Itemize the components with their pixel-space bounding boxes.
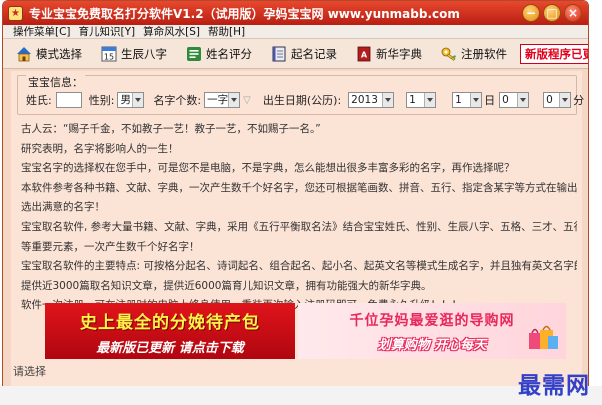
day-value: 1: [455, 94, 462, 106]
intro-line: 宝宝取名软件的主要特点: 可按格分起名、诗词起名、组合起名、起小名、起英文名等模…: [21, 260, 577, 273]
intro-line: 等重要元素，一次产生数千个好名字！: [21, 240, 200, 253]
name-score-label: 姓名评分: [206, 46, 252, 61]
chevron-down-icon: [470, 93, 482, 107]
intro-line: 提供近3000篇取名知识文章，提供近6000篇育儿知识文章，拥有功能强大的新华字…: [21, 279, 432, 292]
svg-text:A: A: [361, 50, 368, 59]
mode-select-button[interactable]: 模式选择: [11, 42, 86, 66]
intro-line: 宝宝名字的选择权在您手中，可是您不是电脑，不是字典，怎么能想出很多丰富多彩的名字…: [21, 162, 515, 175]
name-chars-label: 名字个数:: [153, 94, 202, 107]
intro-line: 宝宝取名软件, 参考大量书籍、文献、字典，采用《五行平衡取名法》结合宝宝姓氏、性…: [21, 220, 577, 233]
minute-select[interactable]: 0: [543, 92, 572, 108]
home-icon: [15, 45, 33, 63]
update-download-button[interactable]: 新版程序已更新 点击下载: [520, 43, 588, 64]
maximize-button[interactable]: □: [543, 4, 561, 22]
year-value: 2013: [351, 94, 378, 106]
chevron-down-icon: [228, 93, 240, 107]
minute-value: 0: [546, 94, 553, 106]
partial-text-line: 请选择: [13, 365, 46, 378]
intro-line: 古人云：“赐子千金，不如教子一艺！教子一艺，不如赐子一名。”: [21, 123, 321, 135]
menu-parenting[interactable]: 育儿知识[Y]: [79, 24, 136, 39]
window-controls: − □ ×: [522, 4, 582, 22]
toolbar: 模式选择 15 生辰八字 姓名评分 起名记录 A 新华字典 注册软件 新版程序已: [3, 39, 588, 69]
minimize-icon: −: [525, 6, 537, 20]
name-chars-select[interactable]: 一字: [204, 92, 241, 108]
gender-value: 男: [120, 94, 131, 106]
day-select[interactable]: 1: [452, 92, 483, 108]
birth-date-label: 出生日期(公历):: [262, 94, 342, 107]
chevron-down-icon: [382, 93, 394, 107]
gender-label: 性别:: [88, 94, 115, 107]
minute-label: 分: [573, 94, 585, 107]
register-label: 注册软件: [461, 46, 507, 61]
notebook-icon: [270, 45, 288, 63]
shopping-bag-icon: [529, 325, 558, 349]
ad-subtitle: 最新版已更新 请点击下载: [96, 341, 244, 356]
intro-line: 选出满意的名字！: [21, 201, 105, 214]
name-chars-value: 一字: [207, 94, 229, 106]
dictionary-icon: A: [355, 45, 373, 63]
day-label: 日: [484, 94, 496, 107]
surname-input[interactable]: [55, 92, 82, 108]
chevron-down-icon: [517, 93, 529, 107]
gender-select[interactable]: 男: [117, 92, 145, 108]
month-select[interactable]: 1: [406, 92, 437, 108]
key-icon: [440, 45, 458, 63]
shopping-guide-ad-banner[interactable]: 千位孕妈最爱逛的导购网 划算购物 开心每天: [298, 303, 566, 359]
window-title: 专业宝宝免费取名打分软件V1.2（试用版）孕妈宝宝网 www.yunmabb.c…: [29, 6, 460, 21]
birth-chars-button[interactable]: 15 生辰八字: [96, 42, 171, 66]
intro-text: 古人云：“赐子千金，不如教子一艺！教子一艺，不如赐子一名。” 研究表明，名字将影…: [21, 120, 577, 316]
xinhua-dict-label: 新华字典: [376, 46, 422, 61]
score-icon: [185, 45, 203, 63]
main-content: 宝宝信息： 姓氏: 性别: 男 名字个数: 一字 ▽ 出生日期(公历): 201…: [11, 71, 584, 404]
baby-info-legend: 宝宝信息：: [26, 74, 85, 90]
mode-select-label: 模式选择: [36, 46, 82, 61]
ad-title: 史上最全的分娩待产包: [80, 313, 260, 333]
site-watermark: 最需网: [518, 372, 590, 399]
birth-chars-label: 生辰八字: [121, 46, 167, 61]
star-app-icon: ★: [8, 5, 23, 21]
surname-label: 姓氏:: [26, 94, 52, 107]
svg-text:15: 15: [104, 52, 114, 61]
maternity-bag-ad-banner[interactable]: 史上最全的分娩待产包 最新版已更新 请点击下载: [45, 303, 295, 359]
menu-operation[interactable]: 操作菜单[C]: [13, 24, 71, 39]
chevron-down-icon: [132, 93, 144, 107]
menu-fortune[interactable]: 算命风水[S]: [143, 24, 200, 39]
name-score-button[interactable]: 姓名评分: [181, 42, 256, 66]
name-record-label: 起名记录: [291, 46, 337, 61]
name-record-button[interactable]: 起名记录: [266, 42, 341, 66]
chevron-down-icon: [559, 93, 571, 107]
register-button[interactable]: 注册软件: [436, 42, 511, 66]
menu-bar: 操作菜单[C] 育儿知识[Y] 算命风水[S] 帮助[H]: [3, 25, 588, 39]
baby-info-group: 宝宝信息： 姓氏: 性别: 男 名字个数: 一字 ▽ 出生日期(公历): 201…: [17, 74, 584, 115]
minimize-button[interactable]: −: [522, 4, 540, 22]
year-select[interactable]: 2013: [348, 92, 395, 108]
intro-line: 本软件参考各种书籍、文献、字典，一次产生数千个好名字，您还可根据笔画数、拼音、五…: [21, 181, 577, 194]
xinhua-dict-button[interactable]: A 新华字典: [351, 42, 426, 66]
page-footer-strip: [0, 386, 602, 405]
close-icon: ×: [567, 6, 579, 20]
close-button[interactable]: ×: [564, 4, 582, 22]
maximize-icon: □: [546, 6, 558, 20]
triangle-down-icon: ▽: [243, 94, 251, 106]
menu-help[interactable]: 帮助[H]: [208, 24, 245, 39]
hour-select[interactable]: 0: [499, 92, 530, 108]
intro-line: 研究表明，名字将影响人的一生！: [21, 142, 179, 155]
app-window: ★ 专业宝宝免费取名打分软件V1.2（试用版）孕妈宝宝网 www.yunmabb…: [2, 0, 589, 405]
hour-value: 0: [502, 94, 509, 106]
chevron-down-icon: [424, 93, 436, 107]
calendar-icon: 15: [100, 45, 118, 63]
baby-info-form: 姓氏: 性别: 男 名字个数: 一字 ▽ 出生日期(公历): 2013 1 1 …: [26, 92, 584, 108]
month-value: 1: [409, 94, 416, 106]
title-bar[interactable]: ★ 专业宝宝免费取名打分软件V1.2（试用版）孕妈宝宝网 www.yunmabb…: [3, 1, 588, 25]
